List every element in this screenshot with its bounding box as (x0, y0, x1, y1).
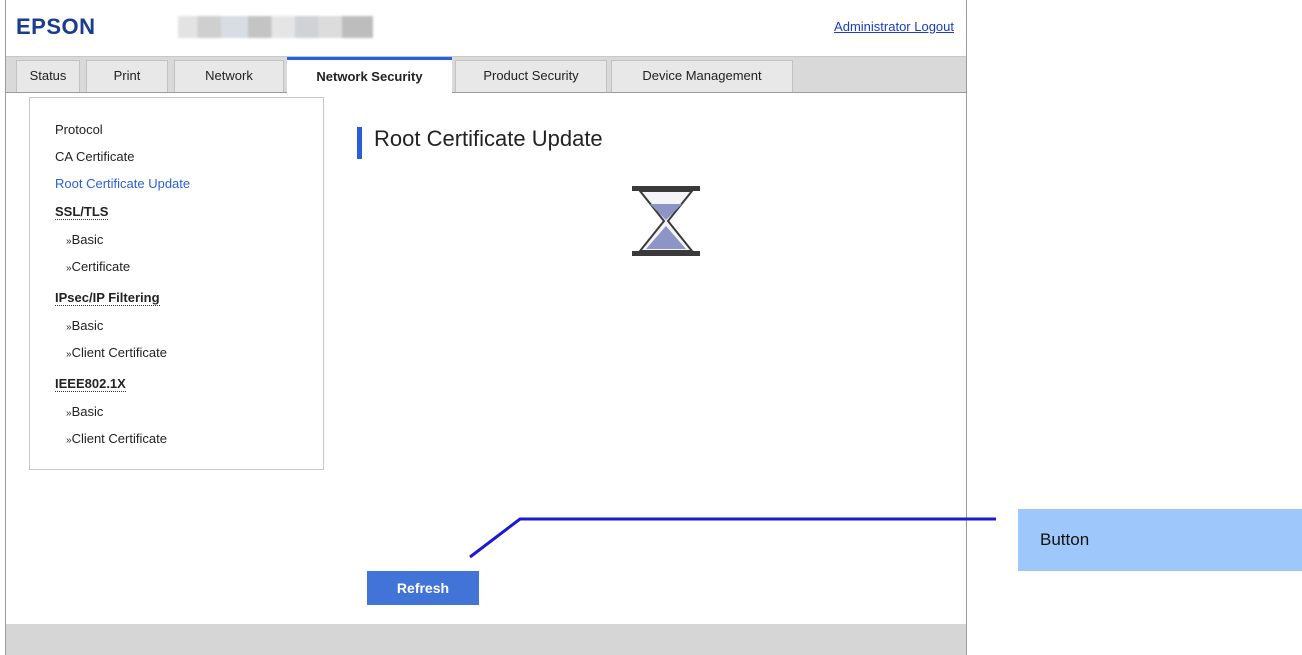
sidebar-item-label: Client Certificate (71, 345, 167, 360)
sidebar-item-label: Client Certificate (71, 431, 167, 446)
sidebar-item-root-certificate-update[interactable]: Root Certificate Update (55, 176, 190, 191)
browser-page: EPSON Administrator Logout Status Print … (5, 0, 967, 655)
sidebar-nav: Protocol CA Certificate Root Certificate… (29, 97, 324, 470)
redacted-printer-name (178, 16, 373, 38)
sidebar-item-protocol[interactable]: Protocol (55, 122, 103, 137)
tab-status[interactable]: Status (16, 60, 80, 92)
sidebar-item-ipsec-basic[interactable]: »Basic (66, 318, 103, 333)
hourglass-icon (630, 184, 702, 263)
sidebar-item-ipsec-client-certificate[interactable]: »Client Certificate (66, 345, 167, 360)
title-accent-bar (357, 127, 362, 159)
sidebar-section-ipsec[interactable]: IPsec/IP Filtering (55, 291, 160, 306)
sidebar-item-ieee-basic[interactable]: »Basic (66, 404, 103, 419)
tab-bar: Status Print Network Network Security Pr… (6, 56, 966, 93)
tab-device-management[interactable]: Device Management (611, 60, 793, 92)
footer-bar (6, 624, 966, 655)
sidebar-item-ca-certificate[interactable]: CA Certificate (55, 149, 134, 164)
sidebar-item-label: Certificate (71, 259, 131, 274)
sidebar-item-ssl-certificate[interactable]: »Certificate (66, 259, 130, 274)
page-title: Root Certificate Update (374, 126, 603, 151)
tab-network-security[interactable]: Network Security (287, 57, 452, 93)
tab-print[interactable]: Print (86, 60, 168, 92)
sidebar-item-label: Basic (71, 404, 104, 419)
tab-product-security[interactable]: Product Security (455, 60, 607, 92)
sidebar-item-ieee-client-certificate[interactable]: »Client Certificate (66, 431, 167, 446)
refresh-button[interactable]: Refresh (367, 571, 479, 605)
sidebar-item-label: Basic (71, 232, 104, 247)
annotation-callout: Button (1018, 509, 1302, 571)
sidebar-section-ssl-tls[interactable]: SSL/TLS (55, 205, 109, 220)
tab-network[interactable]: Network (174, 60, 284, 92)
sidebar-section-ieee8021x[interactable]: IEEE802.1X (55, 377, 126, 392)
administrator-logout-link[interactable]: Administrator Logout (834, 19, 954, 34)
epson-logo: EPSON (16, 14, 96, 39)
sidebar-item-label: Basic (71, 318, 104, 333)
sidebar-item-ssl-basic[interactable]: »Basic (66, 232, 103, 247)
